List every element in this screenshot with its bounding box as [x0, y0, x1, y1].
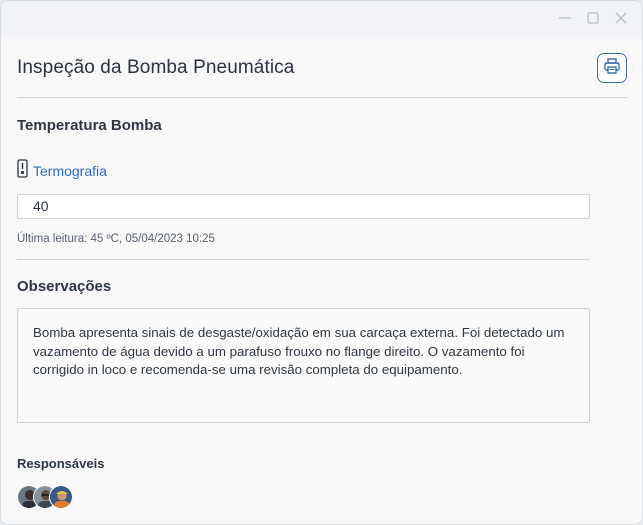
avatar-3[interactable] [49, 485, 73, 509]
observations-section-title: Observações [17, 278, 112, 295]
app-window: Inspeção da Bomba Pneumática Temperatura… [0, 0, 643, 525]
print-button[interactable] [597, 53, 627, 83]
close-icon[interactable] [614, 11, 628, 25]
printer-icon [603, 57, 621, 80]
last-reading-text: Última leitura: 45 ºC, 05/04/2023 10:25 [17, 233, 215, 245]
temperature-input[interactable]: 40 [17, 194, 590, 219]
window-controls [558, 11, 628, 25]
header-divider [17, 97, 628, 98]
section-divider [17, 259, 590, 260]
observations-textarea[interactable]: Bomba apresenta sinais de desgaste/oxida… [17, 308, 590, 423]
title-bar [1, 1, 642, 37]
page-header: Inspeção da Bomba Pneumática [1, 37, 642, 97]
minimize-icon[interactable] [558, 11, 572, 25]
page-title: Inspeção da Bomba Pneumática [17, 57, 295, 78]
responsibles-label: Responsáveis [17, 456, 105, 471]
maximize-icon[interactable] [586, 11, 600, 25]
termografia-link-label: Termografia [33, 163, 107, 179]
thermometer-icon [17, 159, 28, 183]
termografia-link[interactable]: Termografia [17, 159, 107, 183]
responsibles-avatars [17, 485, 73, 509]
temperature-section-title: Temperatura Bomba [17, 117, 162, 134]
